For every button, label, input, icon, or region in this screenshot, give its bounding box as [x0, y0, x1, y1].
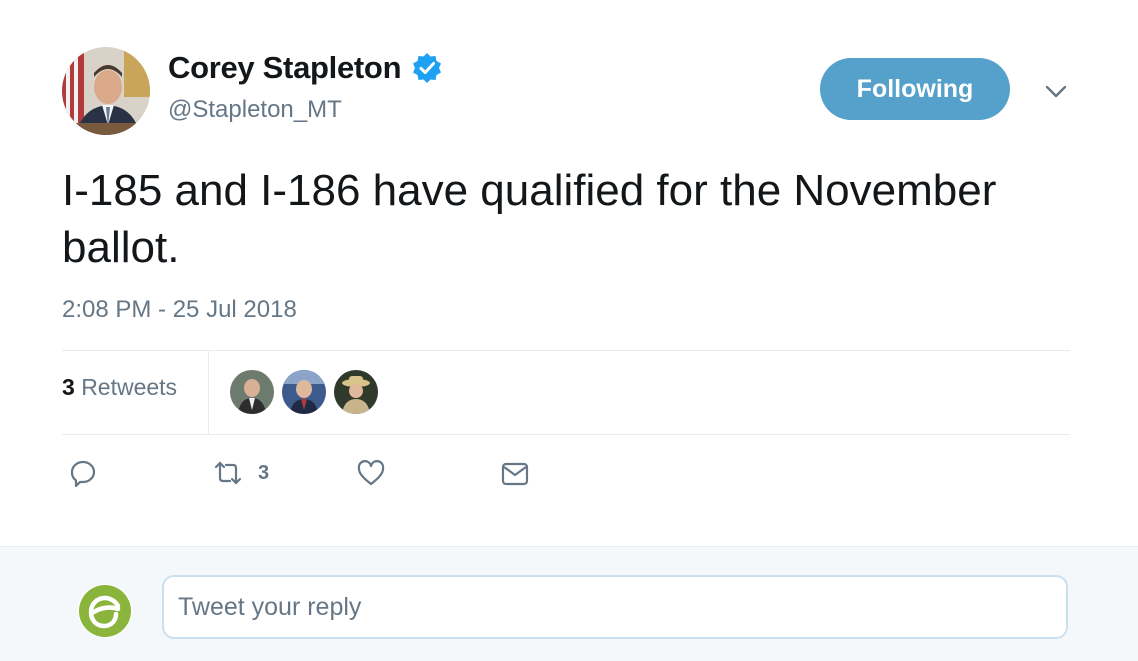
retweet-icon	[214, 461, 242, 485]
verified-badge-icon	[411, 52, 443, 84]
user-avatar[interactable]	[78, 584, 132, 638]
retweet-stat[interactable]: 3 Retweets	[62, 374, 177, 401]
author-handle[interactable]: @Stapleton_MT	[168, 96, 342, 124]
divider	[62, 350, 1070, 351]
tweet-timestamp[interactable]: 2:08 PM - 25 Jul 2018	[62, 296, 297, 324]
chevron-down-icon[interactable]	[1043, 80, 1069, 102]
divider	[208, 351, 209, 435]
retweet-stat-label: Retweets	[81, 374, 178, 400]
tweet-card: Corey Stapleton @Stapleton_MT Following …	[0, 0, 1138, 546]
reply-button[interactable]	[68, 458, 98, 488]
retweeter-avatar[interactable]	[230, 370, 274, 414]
like-button[interactable]	[356, 458, 386, 488]
following-button[interactable]: Following	[820, 58, 1010, 120]
reply-icon	[70, 460, 96, 488]
reply-bar	[0, 546, 1138, 661]
tweet-text: I-185 and I-186 have qualified for the N…	[62, 166, 997, 272]
retweet-count: 3	[258, 461, 270, 484]
direct-message-button[interactable]	[500, 458, 530, 488]
retweeter-avatar[interactable]	[334, 370, 378, 414]
envelope-icon	[501, 462, 529, 486]
author-avatar[interactable]	[62, 47, 150, 135]
retweeter-avatar[interactable]	[282, 370, 326, 414]
reply-input[interactable]	[162, 575, 1068, 639]
author-name[interactable]: Corey Stapleton	[168, 50, 402, 86]
retweet-stat-count: 3	[62, 374, 75, 400]
heart-icon	[357, 460, 385, 486]
divider	[62, 434, 1070, 435]
author-name-row[interactable]: Corey Stapleton	[168, 50, 443, 86]
retweet-button[interactable]: 3	[212, 458, 269, 488]
